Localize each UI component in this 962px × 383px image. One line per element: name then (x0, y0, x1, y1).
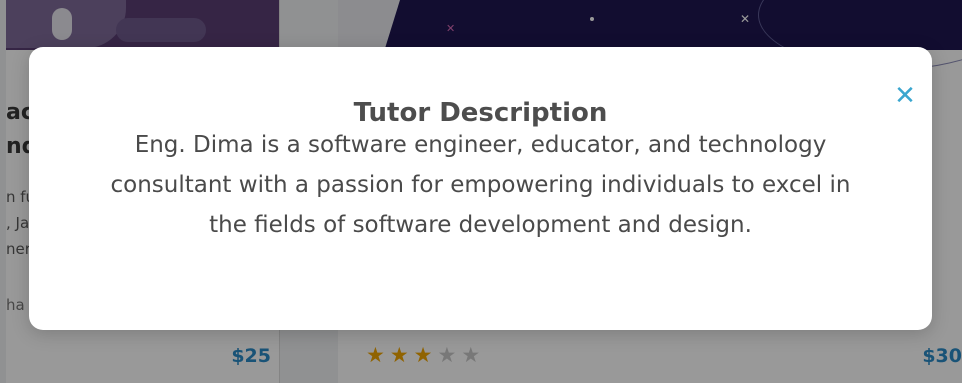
tutor-description-modal: ✕ Tutor Description Eng. Dima is a softw… (29, 47, 932, 330)
tutor-description-text: Eng. Dima is a software engineer, educat… (110, 132, 851, 238)
modal-title: Tutor Description (353, 98, 608, 128)
